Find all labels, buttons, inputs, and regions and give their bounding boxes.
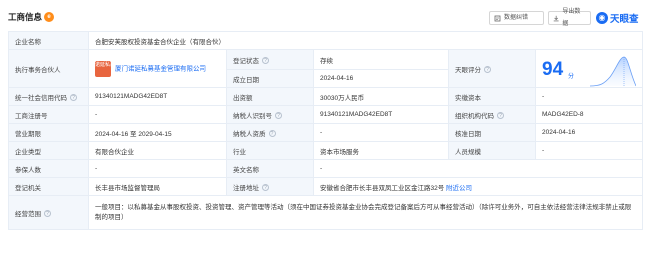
- rating-distribution-chart: [590, 56, 636, 87]
- business-info-table: 企业名称 合肥安芙股权投资基金合伙企业（有限合伙） 执行事务合伙人 诺延私募厦门…: [8, 31, 644, 230]
- credit-code-label: 统一社会信用代码: [15, 94, 67, 102]
- edit-icon: [494, 15, 501, 21]
- eye-logo-icon: ◉: [596, 12, 608, 24]
- download-icon: [553, 15, 559, 21]
- export-data-label: 导出数据: [562, 9, 581, 27]
- approval-date-label: 核准日期: [448, 123, 536, 142]
- org-code-label: 组织机构代码: [455, 112, 494, 120]
- reg-no-label: 工商注册号: [8, 105, 89, 124]
- table-row: 企业名称 合肥安芙股权投资基金合伙企业（有限合伙）: [8, 31, 644, 50]
- table-row: 统一社会信用代码? 91340121MADG42ED8T 出资额 30030万人…: [8, 87, 644, 106]
- industry: 资本市场服务: [313, 141, 449, 160]
- section-header: 工商信息 e 数据纠错 导出数据 ◉ 天眼查: [0, 0, 650, 30]
- tianyancha-logo: ◉ 天眼查: [596, 11, 639, 25]
- data-correction-button[interactable]: 数据纠错: [489, 11, 544, 25]
- table-row: 参保人数 - 英文名称 -: [8, 159, 644, 178]
- registration-status: 存续: [313, 49, 449, 70]
- insured: -: [88, 159, 227, 178]
- address-cell: 安徽省合肥市长丰县双凤工业区金江路32号 附近公司: [312, 177, 644, 196]
- nearby-companies-link[interactable]: 附近公司: [446, 185, 472, 192]
- help-icon[interactable]: ?: [484, 66, 491, 74]
- founded-date-label: 成立日期: [226, 69, 314, 88]
- help-icon[interactable]: ?: [275, 112, 282, 120]
- rating-label-cell: 天眼评分?: [448, 49, 536, 88]
- english-name-label: 英文名称: [226, 159, 314, 178]
- help-icon[interactable]: ?: [44, 210, 51, 218]
- company-name-label: 企业名称: [8, 31, 89, 50]
- managing-partner-link[interactable]: 厦门诺延私募基金管理有限公司: [115, 65, 206, 72]
- rating-label: 天眼评分: [455, 66, 481, 74]
- table-row: 工商注册号 - 纳税人识别号? 91340121MADG42ED8T 组织机构代…: [8, 105, 644, 124]
- rating-score: 94: [542, 59, 564, 80]
- org-code: MADG42ED-8: [534, 105, 644, 124]
- credit-code: 91340121MADG42ED8T: [88, 87, 227, 106]
- taxpayer-qual: -: [313, 123, 449, 142]
- table-row: 企业类型 有限合伙企业 行业 资本市场服务 人员规模 -: [8, 141, 644, 160]
- approval-date: 2024-04-16: [534, 123, 644, 142]
- managing-partner-cell: 诺延私募厦门诺延私募基金管理有限公司: [88, 49, 227, 88]
- section-title: 工商信息: [8, 12, 43, 22]
- paid-capital-label: 实缴资本: [448, 87, 536, 106]
- managing-partner-label: 执行事务合伙人: [8, 49, 89, 88]
- registration-status-label-text: 登记状态: [233, 57, 259, 65]
- taxpayer-id: 91340121MADG42ED8T: [313, 105, 449, 124]
- insured-label: 参保人数: [8, 159, 89, 178]
- help-icon[interactable]: ?: [262, 57, 269, 65]
- help-icon[interactable]: ?: [262, 184, 269, 192]
- authority-label: 登记机关: [8, 177, 89, 196]
- data-correction-label: 数据纠错: [504, 15, 529, 21]
- founded-date: 2024-04-16: [313, 69, 449, 88]
- company-name: 合肥安芙股权投资基金合伙企业（有限合伙）: [87, 31, 644, 50]
- capital-label: 出资额: [226, 87, 314, 106]
- business-scope: 一般项目：以私募基金从事股权投资、投资管理、资产管理等活动（须在中国证券投资基金…: [87, 195, 644, 230]
- company-type: 有限合伙企业: [88, 141, 227, 160]
- staff-size-label: 人员规模: [448, 141, 536, 160]
- industry-label: 行业: [226, 141, 314, 160]
- taxpayer-id-label: 纳税人识别号: [233, 112, 272, 120]
- scope-label: 经营范围: [15, 210, 41, 218]
- logo-text: 天眼查: [610, 14, 639, 25]
- help-icon[interactable]: ?: [268, 130, 276, 138]
- authority: 长丰县市场监督管理局: [88, 177, 227, 196]
- info-badge-icon[interactable]: e: [44, 12, 54, 22]
- table-row: 营业期限 2024-04-16 至 2029-04-15 纳税人资质? - 核准…: [8, 123, 644, 142]
- term: 2024-04-16 至 2029-04-15: [88, 123, 227, 142]
- registration-status-label: 登记状态?: [226, 49, 314, 70]
- table-row: 经营范围? 一般项目：以私募基金从事股权投资、投资管理、资产管理等活动（须在中国…: [8, 195, 644, 230]
- paid-capital: -: [534, 87, 644, 106]
- reg-no: -: [88, 105, 227, 124]
- taxpayer-qual-label-cell: 纳税人资质?: [226, 123, 314, 142]
- rating-unit: 分: [568, 74, 575, 80]
- credit-code-label-cell: 统一社会信用代码?: [8, 87, 89, 106]
- term-label: 营业期限: [8, 123, 89, 142]
- table-row: 执行事务合伙人 诺延私募厦门诺延私募基金管理有限公司 登记状态? 存续 天眼评分…: [8, 49, 644, 88]
- help-icon[interactable]: ?: [70, 94, 77, 102]
- staff-size: -: [534, 141, 644, 160]
- taxpayer-id-label-cell: 纳税人识别号?: [226, 105, 314, 124]
- address-label-cell: 注册地址?: [226, 177, 314, 196]
- table-row: 登记机关 长丰县市场监督管理局 注册地址? 安徽省合肥市长丰县双凤工业区金江路3…: [8, 177, 644, 196]
- address: 安徽省合肥市长丰县双凤工业区金江路32号: [320, 184, 445, 192]
- taxpayer-qual-label: 纳税人资质: [233, 130, 266, 138]
- address-label: 注册地址: [233, 184, 259, 192]
- org-code-label-cell: 组织机构代码?: [448, 105, 536, 124]
- export-data-button[interactable]: 导出数据: [548, 9, 591, 27]
- english-name: -: [312, 159, 644, 178]
- scope-label-cell: 经营范围?: [8, 195, 89, 230]
- capital: 30030万人民币: [313, 87, 449, 106]
- partner-avatar[interactable]: 诺延私募: [95, 60, 115, 77]
- help-icon[interactable]: ?: [497, 112, 504, 120]
- company-type-label: 企业类型: [8, 141, 89, 160]
- rating-cell[interactable]: 94 分: [534, 49, 644, 88]
